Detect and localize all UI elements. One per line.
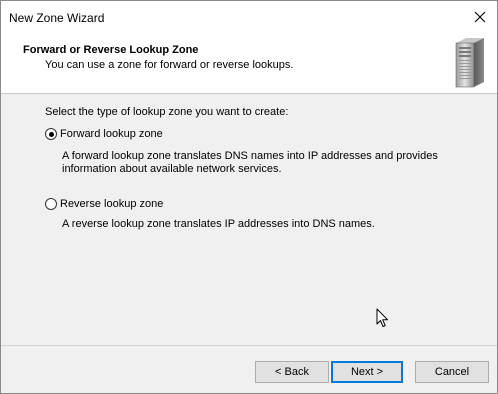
forward-lookup-zone-radio[interactable] <box>45 128 57 140</box>
back-button[interactable]: < Back <box>255 361 329 383</box>
wizard-window: New Zone Wizard Forward or Reverse Looku… <box>0 0 498 394</box>
server-icon <box>455 38 484 88</box>
reverse-lookup-zone-description: A reverse lookup zone translates IP addr… <box>62 218 375 230</box>
reverse-lookup-zone-label[interactable]: Reverse lookup zone <box>60 198 163 210</box>
window-title: New Zone Wizard <box>9 11 105 25</box>
reverse-lookup-zone-radio[interactable] <box>45 198 57 210</box>
forward-lookup-zone-label[interactable]: Forward lookup zone <box>60 128 163 140</box>
page-subtitle: You can use a zone for forward or revers… <box>45 59 294 71</box>
close-icon <box>474 11 486 23</box>
forward-lookup-zone-description: A forward lookup zone translates DNS nam… <box>62 150 438 175</box>
footer-divider <box>1 345 497 346</box>
cancel-button[interactable]: Cancel <box>415 361 489 383</box>
title-bar[interactable]: New Zone Wizard <box>1 1 497 33</box>
mouse-cursor <box>376 308 388 327</box>
zone-type-prompt: Select the type of lookup zone you want … <box>45 106 289 118</box>
reverse-lookup-zone-option[interactable]: Reverse lookup zone <box>45 198 163 210</box>
close-button[interactable] <box>463 1 497 33</box>
page-title: Forward or Reverse Lookup Zone <box>23 44 199 56</box>
forward-lookup-zone-option[interactable]: Forward lookup zone <box>45 128 163 140</box>
wizard-header: Forward or Reverse Lookup Zone You can u… <box>1 33 497 94</box>
next-button[interactable]: Next > <box>331 361 403 383</box>
